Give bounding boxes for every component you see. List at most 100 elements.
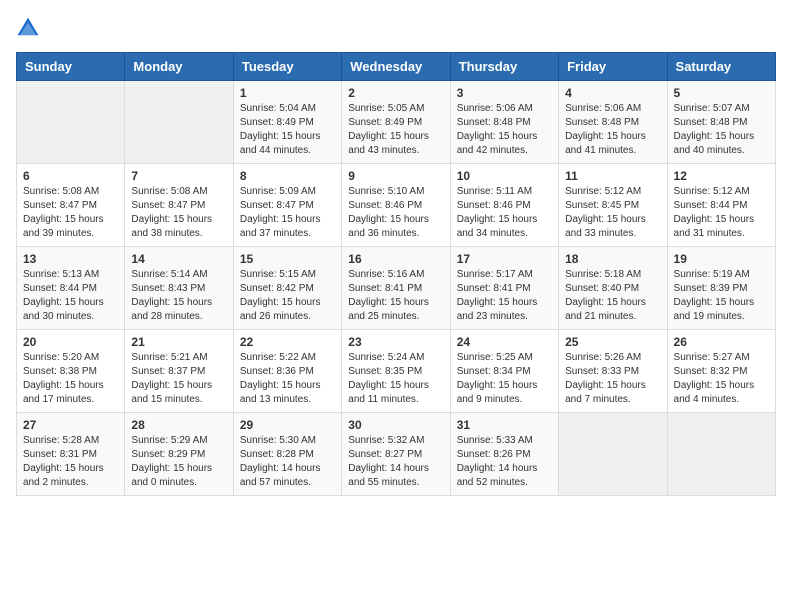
- day-header-wednesday: Wednesday: [342, 53, 450, 81]
- calendar-cell: 17 Sunrise: 5:17 AM Sunset: 8:41 PM Dayli…: [450, 247, 558, 330]
- calendar-cell: 20 Sunrise: 5:20 AM Sunset: 8:38 PM Dayli…: [17, 330, 125, 413]
- day-number: 27: [23, 418, 118, 432]
- calendar-cell: [125, 81, 233, 164]
- calendar-cell: 29 Sunrise: 5:30 AM Sunset: 8:28 PM Dayli…: [233, 413, 341, 496]
- cell-content: Sunrise: 5:13 AM Sunset: 8:44 PM Dayligh…: [23, 268, 118, 324]
- cell-content: Sunrise: 5:21 AM Sunset: 8:37 PM Dayligh…: [131, 351, 226, 407]
- cell-content: Sunrise: 5:19 AM Sunset: 8:39 PM Dayligh…: [674, 268, 769, 324]
- calendar-cell: 4Sunrise: 5:06 AM Sunset: 8:48 PM Daylig…: [559, 81, 667, 164]
- calendar-cell: 16 Sunrise: 5:16 AM Sunset: 8:41 PM Dayli…: [342, 247, 450, 330]
- calendar-week-row: 13 Sunrise: 5:13 AM Sunset: 8:44 PM Dayli…: [17, 247, 776, 330]
- calendar-cell: 31Sunrise: 5:33 AM Sunset: 8:26 PM Dayli…: [450, 413, 558, 496]
- cell-content: Sunrise: 5:25 AM Sunset: 8:34 PM Dayligh…: [457, 351, 552, 407]
- calendar-cell: 23Sunrise: 5:24 AM Sunset: 8:35 PM Dayli…: [342, 330, 450, 413]
- calendar-cell: 26 Sunrise: 5:27 AM Sunset: 8:32 PM Dayli…: [667, 330, 775, 413]
- cell-content: Sunrise: 5:06 AM Sunset: 8:48 PM Dayligh…: [457, 102, 552, 158]
- calendar-table: SundayMondayTuesdayWednesdayThursdayFrid…: [16, 52, 776, 496]
- cell-content: Sunrise: 5:15 AM Sunset: 8:42 PM Dayligh…: [240, 268, 335, 324]
- day-number: 9: [348, 169, 443, 183]
- day-number: 4: [565, 86, 660, 100]
- day-number: 8: [240, 169, 335, 183]
- day-number: 22: [240, 335, 335, 349]
- logo-icon: [16, 16, 40, 40]
- calendar-cell: 28Sunrise: 5:29 AM Sunset: 8:29 PM Dayli…: [125, 413, 233, 496]
- day-number: 19: [674, 252, 769, 266]
- cell-content: Sunrise: 5:08 AM Sunset: 8:47 PM Dayligh…: [131, 185, 226, 241]
- calendar-cell: 21 Sunrise: 5:21 AM Sunset: 8:37 PM Dayli…: [125, 330, 233, 413]
- cell-content: Sunrise: 5:12 AM Sunset: 8:44 PM Dayligh…: [674, 185, 769, 241]
- day-number: 28: [131, 418, 226, 432]
- cell-content: Sunrise: 5:20 AM Sunset: 8:38 PM Dayligh…: [23, 351, 118, 407]
- day-number: 23: [348, 335, 443, 349]
- calendar-cell: 22 Sunrise: 5:22 AM Sunset: 8:36 PM Dayli…: [233, 330, 341, 413]
- calendar-cell: 14 Sunrise: 5:14 AM Sunset: 8:43 PM Dayli…: [125, 247, 233, 330]
- calendar-cell: [17, 81, 125, 164]
- cell-content: Sunrise: 5:26 AM Sunset: 8:33 PM Dayligh…: [565, 351, 660, 407]
- calendar-header-row: SundayMondayTuesdayWednesdayThursdayFrid…: [17, 53, 776, 81]
- day-number: 14: [131, 252, 226, 266]
- calendar-week-row: 27 Sunrise: 5:28 AM Sunset: 8:31 PM Dayli…: [17, 413, 776, 496]
- day-number: 11: [565, 169, 660, 183]
- cell-content: Sunrise: 5:27 AM Sunset: 8:32 PM Dayligh…: [674, 351, 769, 407]
- cell-content: Sunrise: 5:28 AM Sunset: 8:31 PM Dayligh…: [23, 434, 118, 490]
- calendar-cell: 19 Sunrise: 5:19 AM Sunset: 8:39 PM Dayli…: [667, 247, 775, 330]
- day-number: 7: [131, 169, 226, 183]
- calendar-cell: 30 Sunrise: 5:32 AM Sunset: 8:27 PM Dayli…: [342, 413, 450, 496]
- cell-content: Sunrise: 5:17 AM Sunset: 8:41 PM Dayligh…: [457, 268, 552, 324]
- day-number: 13: [23, 252, 118, 266]
- cell-content: Sunrise: 5:14 AM Sunset: 8:43 PM Dayligh…: [131, 268, 226, 324]
- cell-content: Sunrise: 5:30 AM Sunset: 8:28 PM Dayligh…: [240, 434, 335, 490]
- day-number: 12: [674, 169, 769, 183]
- day-number: 29: [240, 418, 335, 432]
- calendar-cell: 9 Sunrise: 5:10 AM Sunset: 8:46 PM Daylig…: [342, 164, 450, 247]
- cell-content: Sunrise: 5:16 AM Sunset: 8:41 PM Dayligh…: [348, 268, 443, 324]
- day-number: 2: [348, 86, 443, 100]
- calendar-cell: 13 Sunrise: 5:13 AM Sunset: 8:44 PM Dayli…: [17, 247, 125, 330]
- day-number: 20: [23, 335, 118, 349]
- day-number: 25: [565, 335, 660, 349]
- calendar-cell: 15 Sunrise: 5:15 AM Sunset: 8:42 PM Dayli…: [233, 247, 341, 330]
- calendar-cell: 8 Sunrise: 5:09 AM Sunset: 8:47 PM Daylig…: [233, 164, 341, 247]
- day-number: 31: [457, 418, 552, 432]
- calendar-cell: 7 Sunrise: 5:08 AM Sunset: 8:47 PM Daylig…: [125, 164, 233, 247]
- day-number: 3: [457, 86, 552, 100]
- logo: [16, 16, 44, 40]
- calendar-week-row: 1 Sunrise: 5:04 AM Sunset: 8:49 PM Daylig…: [17, 81, 776, 164]
- cell-content: Sunrise: 5:18 AM Sunset: 8:40 PM Dayligh…: [565, 268, 660, 324]
- calendar-cell: [559, 413, 667, 496]
- calendar-cell: 25 Sunrise: 5:26 AM Sunset: 8:33 PM Dayli…: [559, 330, 667, 413]
- cell-content: Sunrise: 5:04 AM Sunset: 8:49 PM Dayligh…: [240, 102, 335, 158]
- cell-content: Sunrise: 5:07 AM Sunset: 8:48 PM Dayligh…: [674, 102, 769, 158]
- day-number: 26: [674, 335, 769, 349]
- calendar-cell: 3 Sunrise: 5:06 AM Sunset: 8:48 PM Daylig…: [450, 81, 558, 164]
- calendar-cell: 6 Sunrise: 5:08 AM Sunset: 8:47 PM Daylig…: [17, 164, 125, 247]
- cell-content: Sunrise: 5:22 AM Sunset: 8:36 PM Dayligh…: [240, 351, 335, 407]
- day-header-tuesday: Tuesday: [233, 53, 341, 81]
- day-number: 1: [240, 86, 335, 100]
- calendar-cell: 27 Sunrise: 5:28 AM Sunset: 8:31 PM Dayli…: [17, 413, 125, 496]
- cell-content: Sunrise: 5:32 AM Sunset: 8:27 PM Dayligh…: [348, 434, 443, 490]
- day-number: 30: [348, 418, 443, 432]
- calendar-cell: 18Sunrise: 5:18 AM Sunset: 8:40 PM Dayli…: [559, 247, 667, 330]
- day-header-monday: Monday: [125, 53, 233, 81]
- cell-content: Sunrise: 5:12 AM Sunset: 8:45 PM Dayligh…: [565, 185, 660, 241]
- calendar-cell: 2 Sunrise: 5:05 AM Sunset: 8:49 PM Daylig…: [342, 81, 450, 164]
- day-number: 17: [457, 252, 552, 266]
- page-header: [16, 16, 776, 40]
- day-number: 6: [23, 169, 118, 183]
- cell-content: Sunrise: 5:08 AM Sunset: 8:47 PM Dayligh…: [23, 185, 118, 241]
- day-number: 21: [131, 335, 226, 349]
- cell-content: Sunrise: 5:05 AM Sunset: 8:49 PM Dayligh…: [348, 102, 443, 158]
- calendar-week-row: 6 Sunrise: 5:08 AM Sunset: 8:47 PM Daylig…: [17, 164, 776, 247]
- day-number: 16: [348, 252, 443, 266]
- cell-content: Sunrise: 5:09 AM Sunset: 8:47 PM Dayligh…: [240, 185, 335, 241]
- calendar-week-row: 20 Sunrise: 5:20 AM Sunset: 8:38 PM Dayli…: [17, 330, 776, 413]
- calendar-cell: 24 Sunrise: 5:25 AM Sunset: 8:34 PM Dayli…: [450, 330, 558, 413]
- calendar-cell: 10Sunrise: 5:11 AM Sunset: 8:46 PM Dayli…: [450, 164, 558, 247]
- day-number: 5: [674, 86, 769, 100]
- day-number: 24: [457, 335, 552, 349]
- cell-content: Sunrise: 5:11 AM Sunset: 8:46 PM Dayligh…: [457, 185, 552, 241]
- day-header-sunday: Sunday: [17, 53, 125, 81]
- day-number: 15: [240, 252, 335, 266]
- cell-content: Sunrise: 5:10 AM Sunset: 8:46 PM Dayligh…: [348, 185, 443, 241]
